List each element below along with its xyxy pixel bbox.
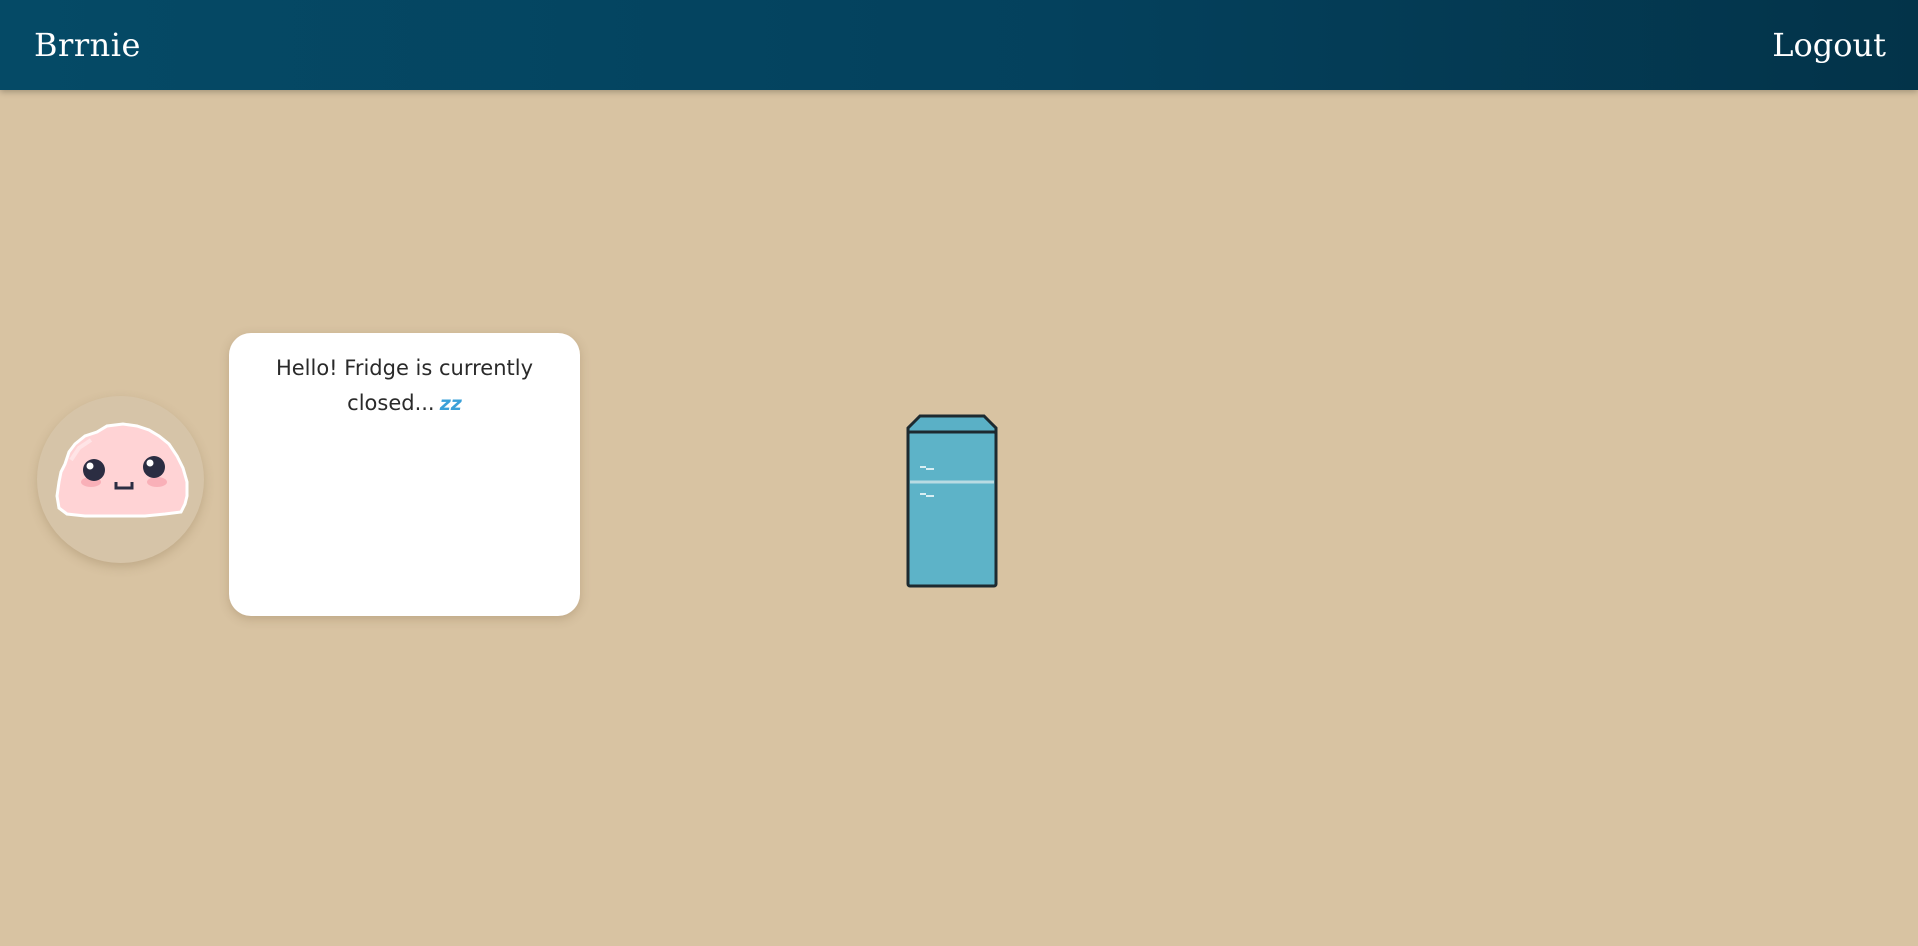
brand-title[interactable]: Brrnie bbox=[34, 22, 141, 68]
fridge-icon bbox=[906, 414, 998, 588]
assistant-avatar bbox=[37, 396, 204, 563]
assistant-message: Hello! Fridge is currently closed... bbox=[275, 356, 534, 415]
blob-mascot-icon bbox=[55, 422, 189, 518]
fridge[interactable] bbox=[904, 412, 1000, 594]
assistant-speech-bubble: Hello! Fridge is currently closed... zz bbox=[229, 333, 580, 616]
zzz-sleep-icon: zz bbox=[439, 393, 462, 415]
top-navbar: Brrnie Logout bbox=[0, 0, 1918, 90]
logout-button[interactable]: Logout bbox=[1772, 22, 1886, 68]
